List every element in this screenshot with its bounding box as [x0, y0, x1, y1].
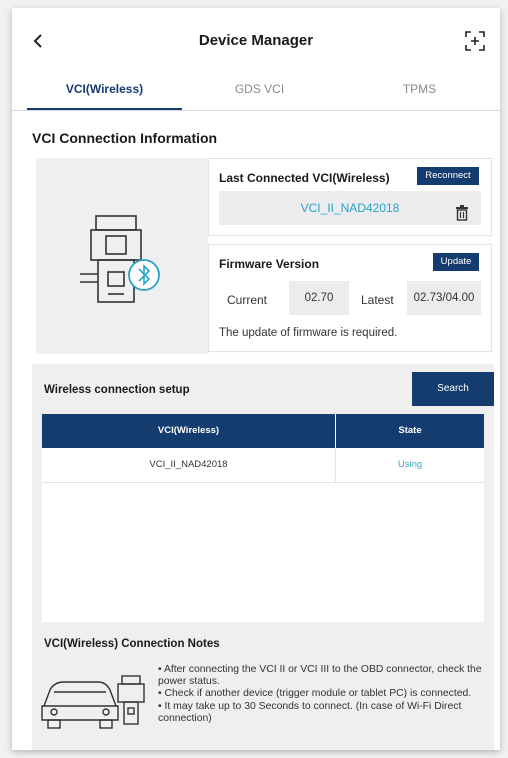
- last-connected-device-field: VCI_II_NAD42018: [219, 191, 481, 225]
- trash-icon: [456, 205, 468, 221]
- row-vci-name: VCI_II_NAD42018: [149, 459, 228, 470]
- note-item: • It may take up to 30 Seconds to connec…: [158, 700, 462, 724]
- tab-tpms[interactable]: TPMS: [342, 74, 497, 110]
- wireless-setup-title: Wireless connection setup: [44, 384, 190, 396]
- active-tab-indicator: [27, 108, 182, 110]
- last-connected-title: Last Connected VCI(Wireless): [219, 171, 390, 185]
- tab-gds-vci[interactable]: GDS VCI: [182, 74, 337, 110]
- search-button[interactable]: Search: [412, 372, 494, 406]
- fullscreen-plus-icon: [465, 31, 485, 51]
- page-title: Device Manager: [198, 32, 314, 49]
- last-connected-device-name: VCI_II_NAD42018: [300, 201, 400, 215]
- car-with-vci-icon: [41, 675, 145, 729]
- app-window: Device Manager VCI(Wireless) GDS VCI TPM…: [12, 8, 500, 750]
- tab-bar: VCI(Wireless) GDS VCI TPMS: [12, 74, 500, 111]
- device-illustration-box: [36, 158, 208, 354]
- tab-vci-wireless[interactable]: VCI(Wireless): [27, 74, 182, 110]
- firmware-current-value: 02.70: [289, 281, 349, 315]
- reconnect-button[interactable]: Reconnect: [417, 167, 479, 185]
- row-state: Using: [397, 459, 423, 470]
- header: Device Manager: [12, 8, 500, 74]
- column-header-vci: VCI(Wireless): [42, 414, 335, 448]
- header-divider: [335, 414, 336, 448]
- update-button[interactable]: Update: [433, 253, 479, 271]
- last-connected-card: Last Connected VCI(Wireless) Reconnect V…: [208, 158, 492, 236]
- firmware-latest-label: Latest: [361, 293, 394, 307]
- vci-table: VCI(Wireless) State VCI_II_NAD42018 Usin…: [42, 414, 484, 622]
- connection-notes-panel: VCI(Wireless) Connection Notes • After c…: [32, 622, 494, 750]
- firmware-latest-value: 02.73/04.00: [407, 281, 481, 315]
- table-row[interactable]: VCI_II_NAD42018 Using: [42, 448, 484, 483]
- expand-button[interactable]: [464, 30, 486, 52]
- notes-list: • After connecting the VCI II or VCI III…: [158, 664, 492, 725]
- firmware-note: The update of firmware is required.: [219, 327, 398, 339]
- delete-device-button[interactable]: [455, 200, 469, 221]
- firmware-current-label: Current: [227, 293, 268, 307]
- column-header-state: State: [336, 414, 484, 448]
- note-item: • After connecting the VCI II or VCI III…: [158, 664, 482, 688]
- wireless-setup-panel: Wireless connection setup Search VCI(Wir…: [32, 364, 494, 622]
- note-item: • Check if another device (trigger modul…: [158, 688, 472, 700]
- firmware-title: Firmware Version: [219, 257, 320, 271]
- firmware-card: Firmware Version Update Current 02.70 La…: [208, 244, 492, 352]
- vci-bluetooth-device-icon: [80, 215, 160, 303]
- section-title: VCI Connection Information: [32, 130, 218, 146]
- notes-title: VCI(Wireless) Connection Notes: [44, 638, 220, 650]
